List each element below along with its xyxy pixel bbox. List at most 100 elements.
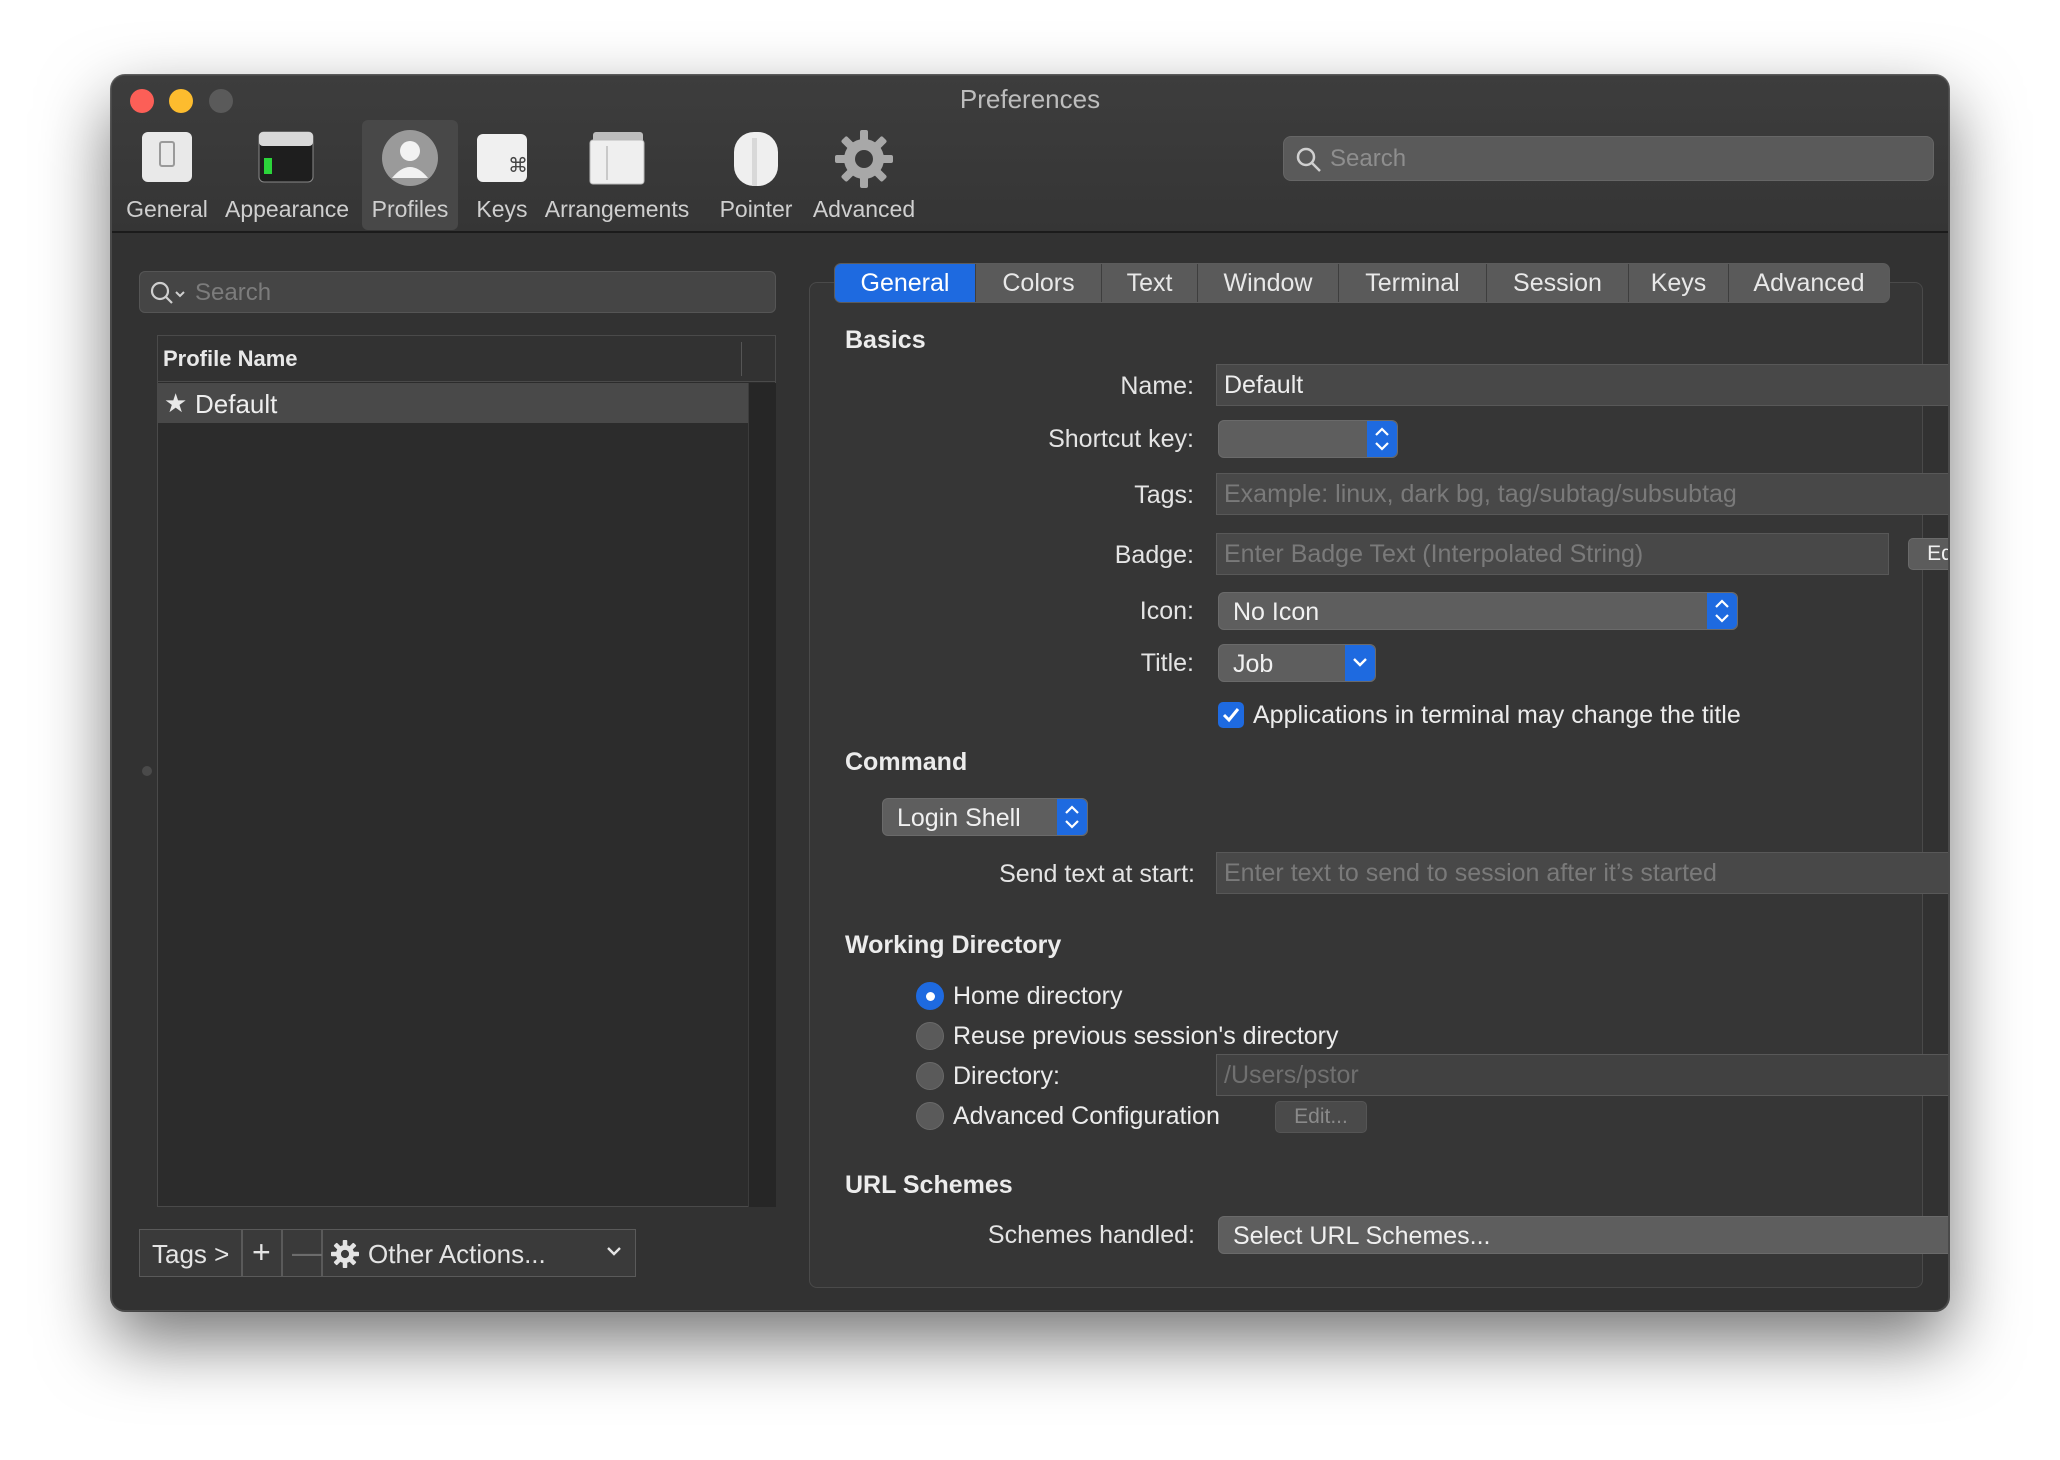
tab-session[interactable]: Session bbox=[1487, 264, 1629, 302]
window-title: Preferences bbox=[959, 84, 1101, 114]
custom-directory-radio[interactable] bbox=[916, 1062, 944, 1090]
checkmark-icon bbox=[1222, 708, 1240, 723]
gear-icon bbox=[835, 130, 893, 188]
title-label: Title: bbox=[1140, 649, 1194, 677]
chevron-down-icon bbox=[607, 1247, 621, 1256]
advanced-configuration-edit-button[interactable]: Edit... bbox=[1275, 1101, 1367, 1133]
tab-advanced[interactable]: Advanced bbox=[1729, 264, 1889, 302]
pointer-icon bbox=[734, 132, 778, 186]
stepper-arrows-icon bbox=[1707, 593, 1737, 629]
toolbar-arrangements[interactable]: Arrangements bbox=[542, 120, 692, 230]
shortcut-key-label: Shortcut key: bbox=[1048, 425, 1194, 453]
schemes-handled-label: Schemes handled: bbox=[987, 1221, 1195, 1249]
url-schemes-heading: URL Schemes bbox=[845, 1171, 1013, 1199]
badge-field[interactable]: Enter Badge Text (Interpolated String) bbox=[1216, 533, 1889, 575]
search-menu-icon bbox=[150, 281, 185, 304]
url-schemes-popup[interactable]: Select URL Schemes... bbox=[1218, 1216, 1948, 1254]
send-text-label: Send text at start: bbox=[999, 860, 1195, 888]
icon-label: Icon: bbox=[1139, 597, 1194, 625]
profile-list-scrollbar[interactable] bbox=[748, 383, 776, 1207]
toolbar-advanced[interactable]: Advanced bbox=[810, 120, 918, 230]
toolbar-general[interactable]: General bbox=[122, 120, 212, 230]
arrangements-icon bbox=[589, 132, 645, 185]
tags-toggle-button[interactable]: Tags > bbox=[139, 1229, 242, 1277]
name-field[interactable]: Default bbox=[1216, 364, 1948, 406]
advanced-configuration-radio[interactable] bbox=[916, 1102, 944, 1130]
profiles-icon bbox=[382, 130, 438, 186]
toolbar-keys-label: Keys bbox=[476, 196, 528, 222]
preferences-window: Preferences General Appearance Profiles … bbox=[111, 75, 1949, 1311]
chevron-down-icon bbox=[1345, 645, 1375, 681]
stepper-arrows-icon bbox=[1367, 421, 1397, 457]
profile-name: Default bbox=[195, 389, 278, 419]
advanced-configuration-label: Advanced Configuration bbox=[953, 1102, 1220, 1130]
keys-icon: ⌘ bbox=[477, 134, 528, 182]
reuse-directory-radio[interactable] bbox=[916, 1022, 944, 1050]
tags-label: Tags: bbox=[1134, 481, 1194, 509]
preferences-search-placeholder: Search bbox=[1330, 145, 1407, 172]
icon-popup-value: No Icon bbox=[1233, 598, 1320, 626]
profile-table-header[interactable]: Profile Name bbox=[158, 336, 775, 382]
shortcut-key-popup[interactable] bbox=[1218, 420, 1398, 458]
badge-edit-button[interactable]: Edit... bbox=[1908, 538, 1948, 570]
remove-profile-button[interactable]: — bbox=[282, 1229, 324, 1277]
preferences-search-field[interactable]: Search bbox=[1283, 136, 1934, 181]
command-type-popup[interactable]: Login Shell bbox=[882, 798, 1088, 836]
toolbar-profiles-label: Profiles bbox=[371, 196, 449, 222]
name-label: Name: bbox=[1120, 372, 1194, 400]
send-text-field[interactable]: Enter text to send to session after it’s… bbox=[1216, 852, 1948, 894]
working-directory-heading: Working Directory bbox=[845, 931, 1062, 959]
custom-directory-label: Directory: bbox=[953, 1062, 1060, 1090]
title-popup-value: Job bbox=[1233, 650, 1274, 678]
toolbar-pointer[interactable]: Pointer bbox=[706, 120, 806, 230]
other-actions-label: Other Actions... bbox=[368, 1239, 546, 1269]
title-popup[interactable]: Job bbox=[1218, 644, 1376, 682]
tab-text[interactable]: Text bbox=[1102, 264, 1198, 302]
tags-field[interactable]: Example: linux, dark bg, tag/subtag/subs… bbox=[1216, 473, 1948, 515]
home-directory-radio[interactable] bbox=[916, 982, 944, 1010]
tab-general[interactable]: General bbox=[835, 264, 976, 302]
default-star-icon: ★ bbox=[164, 388, 188, 418]
apps-change-title-label: Applications in terminal may change the … bbox=[1253, 701, 1741, 729]
plus-icon: + bbox=[252, 1234, 271, 1270]
title-bar: Preferences General Appearance Profiles … bbox=[112, 76, 1948, 233]
tab-colors[interactable]: Colors bbox=[976, 264, 1102, 302]
icon-popup[interactable]: No Icon bbox=[1218, 592, 1738, 630]
toolbar-profiles[interactable]: Profiles bbox=[362, 120, 458, 230]
toolbar-appearance[interactable]: Appearance bbox=[225, 120, 350, 230]
column-separator bbox=[741, 342, 742, 376]
minus-icon: — bbox=[292, 1234, 324, 1270]
url-schemes-value: Select URL Schemes... bbox=[1233, 1222, 1491, 1250]
command-heading: Command bbox=[845, 748, 968, 776]
add-profile-button[interactable]: + bbox=[242, 1229, 282, 1277]
appearance-icon bbox=[258, 131, 314, 183]
toolbar-arrangements-label: Arrangements bbox=[544, 196, 690, 222]
profile-search-field[interactable]: Search bbox=[139, 271, 776, 313]
profile-name-column-header: Profile Name bbox=[163, 346, 298, 371]
tab-keys[interactable]: Keys bbox=[1629, 264, 1729, 302]
toolbar-appearance-label: Appearance bbox=[225, 196, 350, 222]
other-actions-menu[interactable]: Other Actions... bbox=[322, 1229, 636, 1277]
basics-heading: Basics bbox=[845, 326, 926, 354]
stepper-arrows-icon bbox=[1057, 799, 1087, 835]
general-icon bbox=[142, 132, 192, 182]
directory-path-field[interactable]: /Users/pstor bbox=[1216, 1054, 1948, 1096]
profile-table: Profile Name ★ Default bbox=[157, 335, 776, 1207]
table-row[interactable]: ★ Default bbox=[158, 383, 748, 423]
split-view-handle[interactable] bbox=[142, 766, 152, 776]
gear-icon bbox=[331, 1240, 359, 1268]
toolbar-pointer-label: Pointer bbox=[719, 196, 793, 222]
badge-label: Badge: bbox=[1114, 541, 1194, 569]
tags-toggle-label: Tags > bbox=[152, 1239, 230, 1269]
toolbar-general-label: General bbox=[126, 196, 208, 222]
tab-window[interactable]: Window bbox=[1198, 264, 1339, 302]
tab-terminal[interactable]: Terminal bbox=[1339, 264, 1487, 302]
reuse-directory-label: Reuse previous session's directory bbox=[953, 1022, 1339, 1050]
home-directory-label: Home directory bbox=[953, 982, 1123, 1010]
apps-change-title-checkbox[interactable] bbox=[1218, 702, 1244, 728]
toolbar-keys[interactable]: ⌘ Keys bbox=[467, 120, 537, 230]
svg-text:⌘: ⌘ bbox=[508, 153, 528, 177]
command-type-value: Login Shell bbox=[897, 804, 1021, 832]
profile-search-placeholder: Search bbox=[195, 279, 272, 306]
profile-tabs: General Colors Text Window Terminal Sess… bbox=[834, 263, 1890, 303]
